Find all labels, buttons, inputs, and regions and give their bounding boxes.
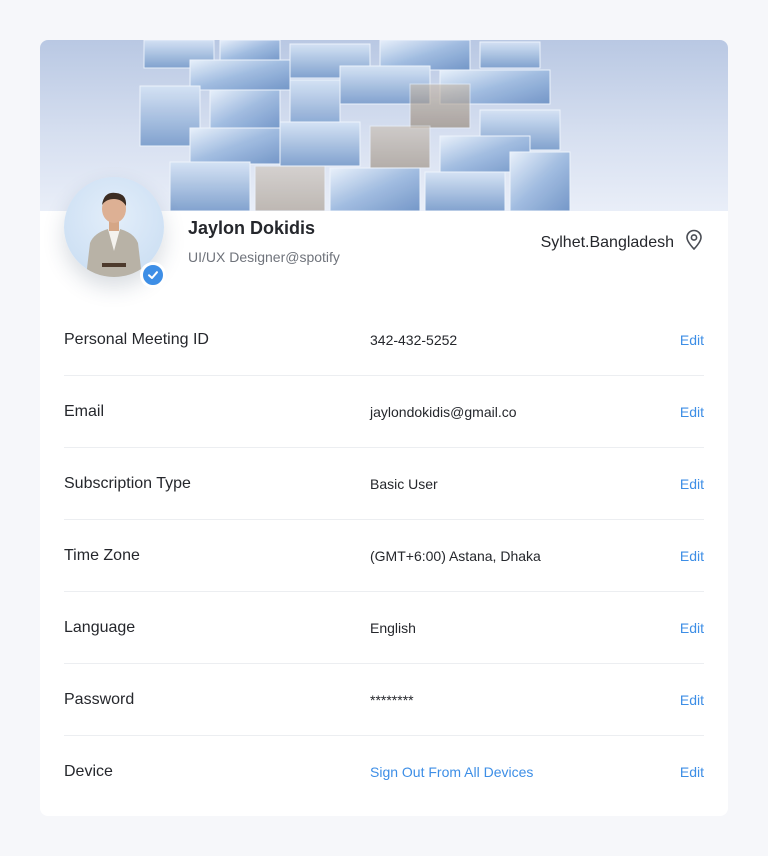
settings-row-time-zone: Time Zone (GMT+6:00) Astana, Dhaka Edit [64, 520, 704, 592]
row-label: Email [64, 402, 105, 420]
row-label: Password [64, 690, 135, 708]
profile-name: Jaylon Dokidis [188, 218, 316, 238]
row-label: Personal Meeting ID [64, 330, 209, 348]
profile-role: UI/UX Designer@spotify [188, 249, 340, 265]
verified-badge-icon [140, 262, 166, 288]
avatar[interactable] [64, 177, 166, 288]
settings-row-subscription: Subscription Type Basic User Edit [64, 448, 704, 520]
edit-meeting-id-button[interactable]: Edit [680, 332, 704, 348]
row-label: Language [64, 618, 136, 636]
settings-row-device: Device Sign Out From All Devices Edit [64, 736, 704, 808]
row-label: Device [64, 763, 113, 780]
row-value: 342-432-5252 [370, 331, 458, 348]
row-value: Basic User [370, 475, 438, 492]
edit-language-button[interactable]: Edit [680, 620, 704, 636]
row-label: Time Zone [64, 546, 140, 564]
edit-time-zone-button[interactable]: Edit [680, 548, 704, 564]
profile-location: Sylhet.Bangladesh [541, 229, 704, 256]
edit-subscription-button[interactable]: Edit [680, 476, 704, 492]
map-pin-icon [684, 229, 704, 256]
edit-device-button[interactable]: Edit [680, 764, 704, 780]
edit-password-button[interactable]: Edit [680, 692, 704, 708]
location-text: Sylhet.Bangladesh [540, 233, 674, 251]
profile-card: Jaylon Dokidis UI/UX Designer@spotify Sy… [40, 40, 728, 816]
row-value: English [370, 619, 416, 636]
settings-row-email: Email jaylondokidis@gmail.co Edit [64, 376, 704, 448]
row-value: (GMT+6:00) Astana, Dhaka [370, 547, 541, 564]
row-value: jaylondokidis@gmail.co [370, 403, 517, 420]
settings-row-language: Language English Edit [64, 592, 704, 664]
row-value: ******** [370, 691, 414, 708]
settings-list: Personal Meeting ID 342-432-5252 Edit Em… [64, 304, 704, 808]
settings-row-meeting-id: Personal Meeting ID 342-432-5252 Edit [64, 304, 704, 376]
edit-email-button[interactable]: Edit [680, 404, 704, 420]
sign-out-all-devices-link[interactable]: Sign Out From All Devices [370, 764, 533, 780]
row-label: Subscription Type [64, 474, 191, 492]
settings-row-password: Password ******** Edit [64, 664, 704, 736]
